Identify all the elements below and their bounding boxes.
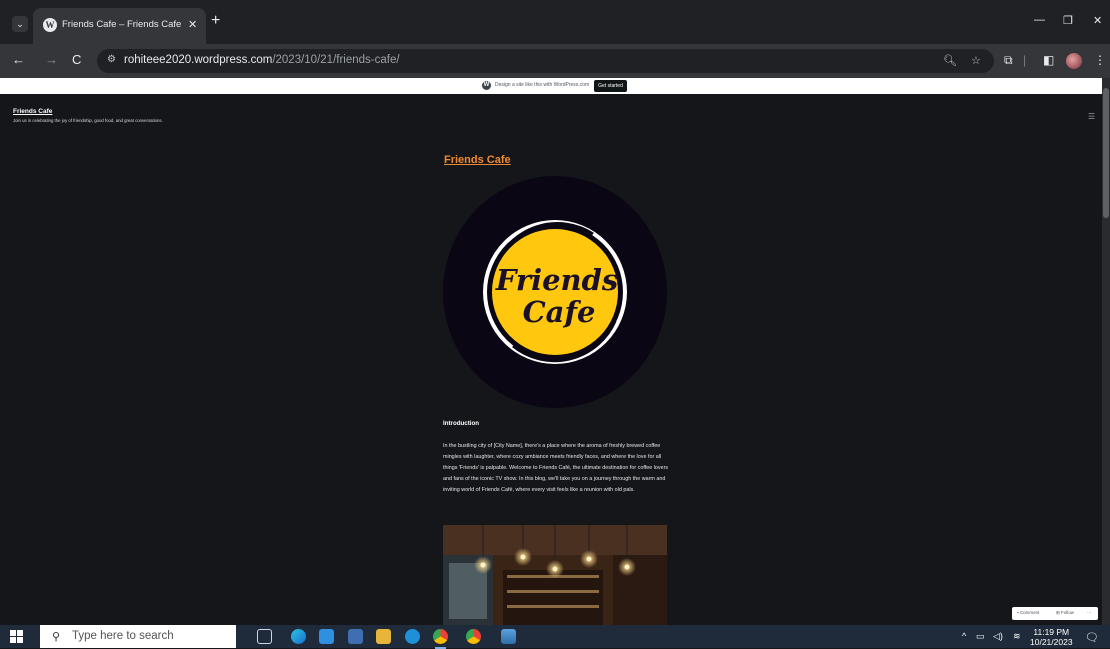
taskbar-search-placeholder: Type here to search [72,630,174,642]
back-button[interactable]: ← [12,53,25,67]
wifi-icon[interactable]: ≋ [1013,631,1021,642]
system-clock[interactable]: 11:19 PM 10/21/2023 [1030,627,1073,647]
comment-button[interactable]: ▪ Comment [1017,610,1039,615]
browser-menu-icon[interactable]: ⋮ [1094,53,1106,67]
browser-tab-strip: ⌄ W Friends Cafe – Friends Cafe ✕ + — ❐ … [0,0,1110,44]
site-title[interactable]: Friends Cafe [13,108,52,115]
mail-icon[interactable] [319,629,334,644]
post-action-bar: ▪ Comment ⊞ Follow ··· [1012,607,1098,620]
browser-toolbar: ← → C ⚙ rohiteee2020.wordpress.com/2023/… [0,44,1110,78]
get-started-button[interactable]: Get started [594,80,627,92]
clock-date: 10/21/2023 [1030,637,1073,647]
zoom-icon[interactable]: 🔍︎ [943,54,957,67]
bookmark-star-icon[interactable]: ☆ [971,54,981,67]
chrome-icon[interactable] [433,629,448,649]
store-icon[interactable] [348,629,363,644]
side-panel-icon[interactable]: ◧ [1043,53,1054,67]
post-title[interactable]: Friends Cafe [444,154,511,166]
url-text[interactable]: rohiteee2020.wordpress.com/2023/10/21/fr… [124,54,400,66]
windows-start-icon[interactable] [10,630,23,643]
extensions-icon[interactable]: ⧉ [1004,53,1013,68]
profile-avatar[interactable] [1066,53,1082,69]
svg-text:Cafe: Cafe [523,295,596,329]
friends-cafe-logo-image: Friends Cafe [443,176,667,408]
file-explorer-icon[interactable] [376,629,391,644]
windows-taskbar: ⚲ Type here to search ^ ▭ ◁) ≋ 11:19 PM … [0,625,1110,649]
wordpress-banner-text[interactable]: Design a site like this with WordPress.c… [495,82,589,88]
new-tab-button[interactable]: + [211,13,220,29]
photos-icon[interactable] [501,629,516,644]
taskbar-search-box[interactable]: ⚲ Type here to search [40,625,236,648]
restore-button[interactable]: ❐ [1063,14,1073,27]
follow-button[interactable]: ⊞ Follow [1056,610,1074,616]
clock-time: 11:19 PM [1033,627,1070,637]
wordpress-banner: W Design a site like this with WordPress… [0,78,1102,94]
minimize-button[interactable]: — [1034,14,1045,26]
task-view-icon[interactable] [257,629,272,644]
address-bar[interactable]: ⚙ rohiteee2020.wordpress.com/2023/10/21/… [97,49,994,73]
web-page: W Design a site like this with WordPress… [0,78,1102,625]
chrome-profile-icon[interactable] [466,629,481,644]
notifications-icon[interactable]: 🗨︎ [1085,631,1099,644]
wordpress-favicon-icon: W [43,18,57,32]
site-settings-icon[interactable]: ⚙ [107,54,116,65]
introduction-heading: Introduction [443,420,480,427]
page-scrollbar[interactable] [1102,78,1110,625]
tab-search-button[interactable]: ⌄ [12,16,28,32]
svg-text:Friends: Friends [495,263,619,297]
tab-close-icon[interactable]: ✕ [188,18,197,31]
hamburger-menu-icon[interactable]: ☰ [1088,112,1095,121]
show-hidden-icons-icon[interactable]: ^ [962,631,966,641]
reload-button[interactable]: C [72,53,81,67]
cafe-interior-photo [443,525,667,625]
edge-browser-icon[interactable] [291,629,306,644]
tab-title: Friends Cafe – Friends Cafe [62,19,182,30]
site-tagline: Join us in celebrating the joy of friend… [13,118,163,123]
browser-tab[interactable]: W Friends Cafe – Friends Cafe ✕ [33,8,206,44]
close-window-button[interactable]: ✕ [1093,14,1102,27]
network-icon[interactable]: ▭ [976,631,985,642]
wordpress-logo-icon: W [482,81,491,90]
search-icon: ⚲ [52,631,61,643]
introduction-paragraph: In the bustling city of [City Name], the… [443,443,669,493]
forward-button[interactable]: → [45,53,58,67]
toolbar-divider: | [1023,53,1027,67]
volume-icon[interactable]: ◁) [993,631,1003,642]
edge-legacy-icon[interactable] [405,629,420,644]
scrollbar-thumb[interactable] [1103,88,1109,218]
more-actions-button[interactable]: ··· [1087,610,1092,615]
